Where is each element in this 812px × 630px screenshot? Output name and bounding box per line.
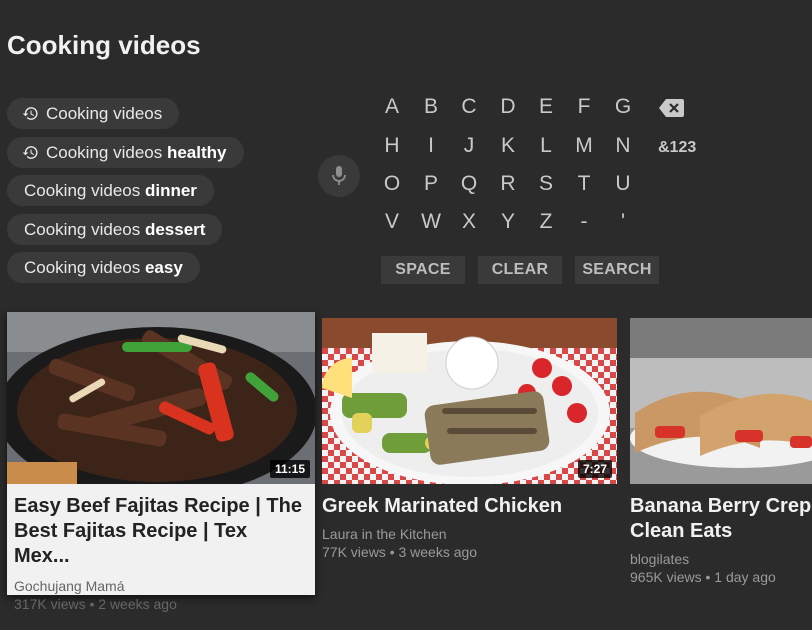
keyboard-key[interactable]: G [611,95,635,119]
suggestion-chip[interactable]: Cooking videos dessert [7,214,223,245]
video-card[interactable]: Banana Berry Crepes | Clean Eats blogila… [630,318,812,586]
suggestion-bold: dinner [144,180,197,200]
video-thumbnail: 7:27 [322,318,617,484]
video-duration: 7:27 [577,460,612,478]
suggestion-chip[interactable]: Cooking videos [7,98,180,129]
backspace-key[interactable] [659,99,684,122]
search-key[interactable]: SEARCH [575,256,659,284]
keyboard-key[interactable]: Y [496,210,520,234]
video-card[interactable]: 7:27 Greek Marinated Chicken Laura in th… [322,318,617,561]
suggestion-bold: dessert [144,219,206,239]
suggestion-chip[interactable]: Cooking videos healthy [7,137,244,168]
video-title: Easy Beef Fajitas Recipe | The Best Faji… [14,495,302,567]
suggestion-text: Cooking videos [46,103,163,123]
keyboard-key[interactable]: Z [534,210,558,234]
suggestion-text: Cooking videos [24,257,145,277]
suggestion-text: Cooking videos [46,142,167,162]
search-query: Cooking videos [7,30,201,60]
keyboard-key[interactable]: X [457,210,481,234]
numbers-key[interactable]: &123 [658,139,696,157]
video-duration: 11:15 [269,460,310,478]
video-thumbnail: 11:15 [7,312,315,484]
keyboard-key[interactable]: S [534,172,558,196]
keyboard-key[interactable]: M [572,134,596,158]
backspace-icon [659,99,684,117]
keyboard-key[interactable]: W [419,210,443,234]
video-title: Banana Berry Crepes | Clean Eats [630,495,812,542]
keyboard-key[interactable]: L [534,134,558,158]
space-key[interactable]: SPACE [381,256,465,284]
keyboard-key[interactable]: K [496,134,520,158]
keyboard-key[interactable]: V [380,210,404,234]
microphone-icon [332,166,346,185]
keyboard-key[interactable]: T [572,172,596,196]
keyboard-key[interactable]: P [419,172,443,196]
suggestion-chip[interactable]: Cooking videos dinner [7,175,214,206]
history-icon [22,146,38,159]
voice-search-button[interactable] [318,155,360,197]
suggestion-bold: healthy [166,142,227,162]
keyboard-key[interactable]: H [380,134,404,158]
keyboard-key[interactable]: E [534,95,558,119]
keyboard-key[interactable]: J [457,134,481,158]
video-stats: 317K views • 2 weeks ago [14,596,177,612]
keyboard-key[interactable]: D [496,95,520,119]
suggestion-text: Cooking videos [24,219,145,239]
video-card[interactable]: 11:15 Easy Beef Fajitas Recipe | The Bes… [7,312,315,612]
keyboard-key[interactable]: B [419,95,443,119]
keyboard-key[interactable]: N [611,134,635,158]
keyboard-key[interactable]: R [496,172,520,196]
channel-name: blogilates [630,551,690,567]
keyboard-key[interactable]: - [572,210,596,234]
suggestion-text: Cooking videos [24,180,145,200]
video-stats: 77K views • 3 weeks ago [322,544,478,560]
history-icon [22,107,38,120]
video-stats: 965K views • 1 day ago [630,569,776,585]
keyboard-key[interactable]: U [611,172,635,196]
suggestion-bold: easy [144,257,183,277]
keyboard-key[interactable]: O [380,172,404,196]
keyboard-key[interactable]: I [419,134,443,158]
clear-key[interactable]: CLEAR [478,256,562,284]
keyboard-key[interactable]: ' [611,210,635,234]
video-thumbnail [630,318,812,484]
keyboard-key[interactable]: C [457,95,481,119]
keyboard-key[interactable]: A [380,95,404,119]
suggestion-chip[interactable]: Cooking videos easy [7,252,200,283]
video-title: Greek Marinated Chicken [322,495,563,517]
channel-name: Laura in the Kitchen [322,526,447,542]
keyboard-key[interactable]: Q [457,172,481,196]
channel-name: Gochujang Mamá [14,578,125,594]
keyboard-key[interactable]: F [572,95,596,119]
